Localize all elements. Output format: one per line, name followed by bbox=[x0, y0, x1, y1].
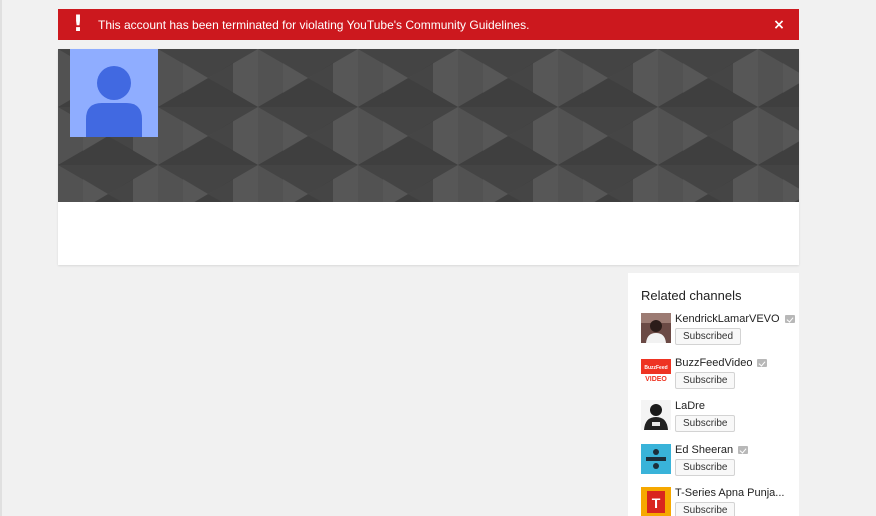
related-channel-item: T T-Series Apna Punja... Subscribe bbox=[641, 487, 799, 516]
related-channels-title: Related channels bbox=[641, 288, 742, 303]
channel-name[interactable]: KendrickLamarVEVO bbox=[675, 313, 795, 325]
divide-logo-icon bbox=[641, 444, 671, 474]
subscribe-button[interactable]: Subscribe bbox=[675, 459, 736, 476]
kendrick-thumbnail-icon bbox=[641, 313, 671, 343]
channel-avatar bbox=[70, 49, 158, 137]
channel-name[interactable]: T-Series Apna Punja... bbox=[675, 487, 784, 499]
related-channel-item: Ed Sheeran Subscribe bbox=[641, 444, 799, 484]
channel-header bbox=[58, 49, 799, 265]
related-channels-panel: Related channels KendrickLamarVEVO Subsc… bbox=[628, 273, 799, 516]
verified-icon bbox=[784, 315, 795, 324]
page-edge bbox=[0, 0, 2, 516]
default-user-icon bbox=[70, 49, 158, 137]
buzzfeed-logo-text-top: BuzzFeed bbox=[644, 365, 667, 371]
channel-thumbnail[interactable]: BuzzFeed VIDEO bbox=[641, 357, 671, 387]
alert-message: This account has been terminated for vio… bbox=[98, 17, 530, 32]
ladre-thumbnail-icon bbox=[641, 400, 671, 430]
close-icon[interactable]: × bbox=[759, 9, 799, 40]
channel-thumbnail[interactable] bbox=[641, 444, 671, 474]
channel-thumbnail[interactable] bbox=[641, 400, 671, 430]
subscribe-button[interactable]: Subscribe bbox=[675, 372, 736, 389]
channel-name[interactable]: LaDre bbox=[675, 400, 705, 412]
exclamation-icon: ! bbox=[72, 12, 84, 37]
buzzfeed-logo-text-bottom: VIDEO bbox=[645, 376, 667, 383]
subscribe-button[interactable]: Subscribe bbox=[675, 415, 736, 432]
tseries-logo-glyph: T bbox=[652, 495, 661, 511]
related-channel-item: KendrickLamarVEVO Subscribed bbox=[641, 313, 799, 353]
termination-alert: ! This account has been terminated for v… bbox=[58, 9, 799, 40]
subscribed-button[interactable]: Subscribed bbox=[675, 328, 742, 345]
related-channel-item: LaDre Subscribe bbox=[641, 400, 799, 440]
buzzfeed-logo-icon: BuzzFeed VIDEO bbox=[641, 357, 671, 387]
verified-icon bbox=[757, 359, 768, 368]
subscribe-button[interactable]: Subscribe bbox=[675, 502, 736, 516]
channel-name[interactable]: BuzzFeedVideo bbox=[675, 357, 768, 369]
channel-thumbnail[interactable]: T bbox=[641, 487, 671, 516]
banner-pattern bbox=[58, 49, 799, 202]
channel-banner bbox=[58, 49, 799, 202]
channel-name[interactable]: Ed Sheeran bbox=[675, 444, 749, 456]
related-channel-item: BuzzFeed VIDEO BuzzFeedVideo Subscribe bbox=[641, 357, 799, 397]
channel-thumbnail[interactable] bbox=[641, 313, 671, 343]
tseries-logo-icon: T bbox=[641, 487, 671, 516]
verified-icon bbox=[738, 446, 749, 455]
